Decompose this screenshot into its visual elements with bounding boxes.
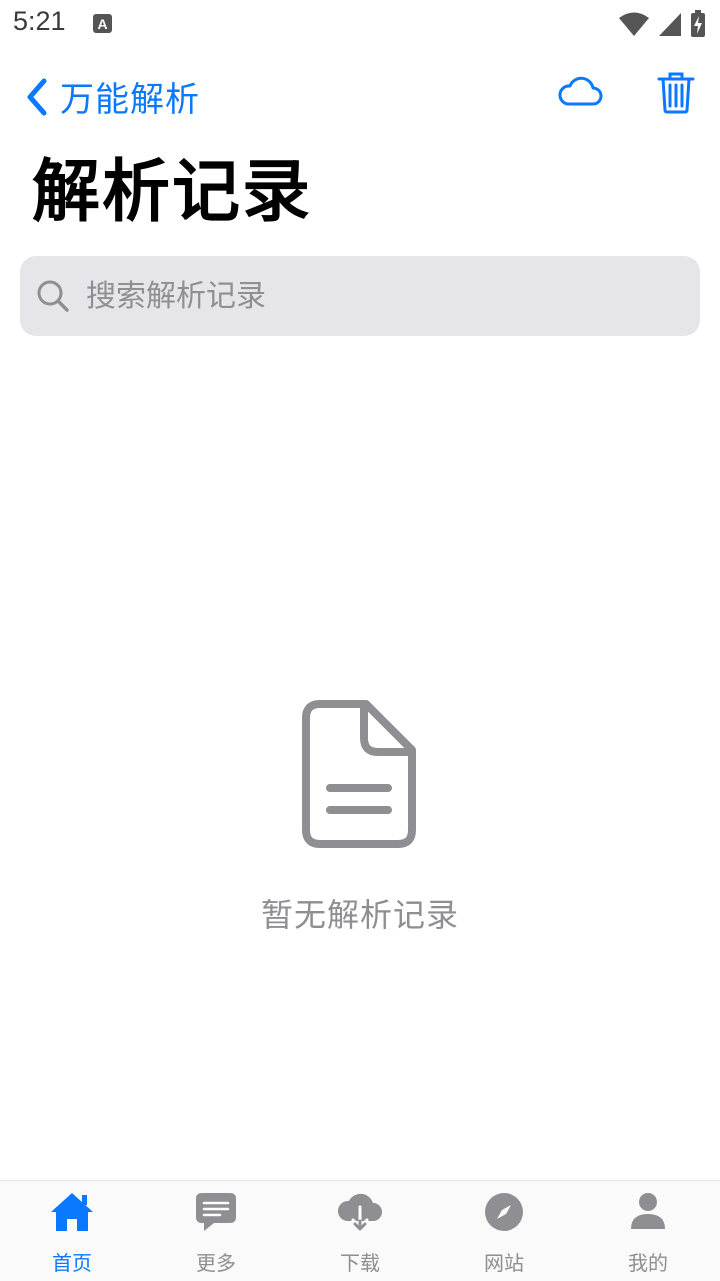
delete-button[interactable] [657, 70, 695, 118]
navigation-bar: 万能解析 [0, 60, 720, 130]
signal-icon [659, 13, 681, 36]
home-icon [51, 1193, 93, 1231]
tab-more[interactable]: 更多 [144, 1181, 288, 1281]
back-label: 万能解析 [60, 80, 200, 120]
trash-icon [657, 72, 695, 114]
svg-text:A: A [97, 16, 107, 32]
message-icon [196, 1193, 236, 1231]
empty-state-text: 暂无解析记录 [260, 896, 459, 934]
status-time: 5:21 [13, 6, 66, 36]
compass-icon [485, 1193, 523, 1231]
tab-label: 更多 [196, 1251, 236, 1275]
page-title: 解析记录 [32, 153, 313, 232]
cloud-download-icon [337, 1193, 382, 1231]
tab-websites[interactable]: 网站 [432, 1181, 576, 1281]
tab-label: 网站 [484, 1251, 524, 1275]
tab-label: 我的 [628, 1251, 668, 1275]
person-icon [631, 1193, 665, 1229]
back-button[interactable]: 万能解析 [24, 72, 200, 121]
tab-home[interactable]: 首页 [0, 1181, 144, 1281]
tab-download[interactable]: 下载 [288, 1181, 432, 1281]
tab-label: 下载 [340, 1251, 380, 1275]
tab-profile[interactable]: 我的 [576, 1181, 720, 1281]
cloud-sync-button[interactable] [557, 74, 603, 114]
battery-icon [691, 10, 705, 37]
tab-label: 首页 [52, 1251, 92, 1275]
search-icon [37, 280, 69, 312]
search-bar[interactable] [20, 256, 700, 336]
status-bar: 5:21 A [0, 0, 720, 50]
cloud-icon [558, 76, 603, 106]
empty-state: 暂无解析记录 [0, 700, 720, 936]
chevron-left-icon [27, 78, 47, 115]
wifi-icon [619, 12, 649, 36]
search-input[interactable] [84, 277, 668, 315]
document-icon [302, 700, 416, 848]
tab-bar: 首页 更多 下载 网站 我的 [0, 1180, 720, 1281]
notification-icon: A [93, 14, 112, 33]
